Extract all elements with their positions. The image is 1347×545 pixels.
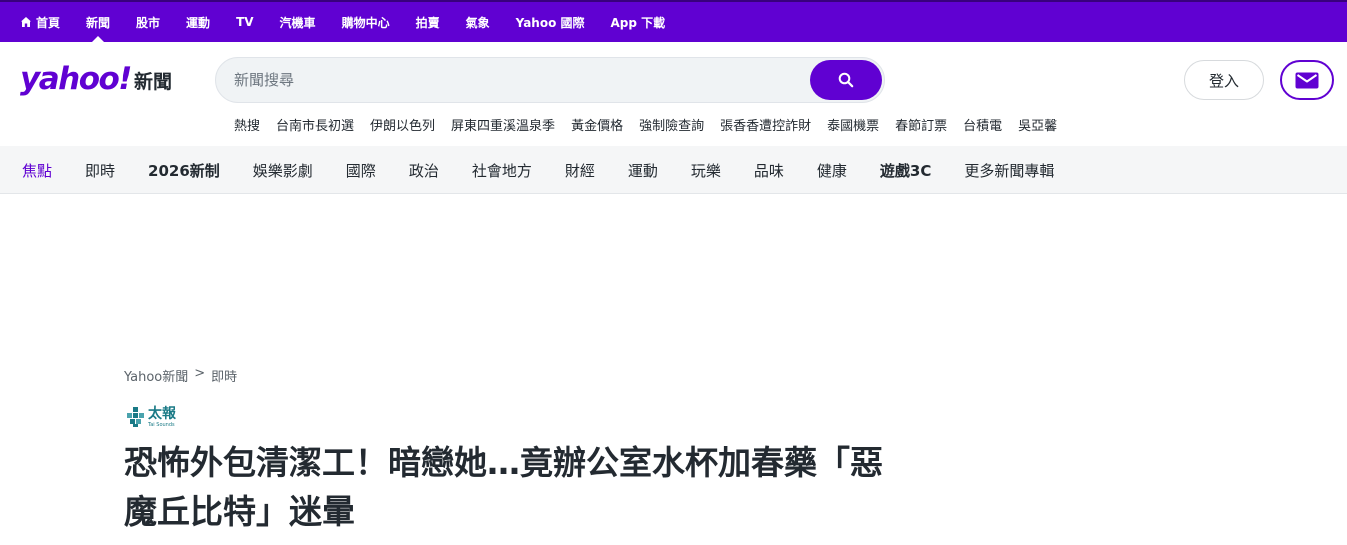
trending-item[interactable]: 屏東四重溪溫泉季 (451, 115, 555, 134)
top-bar: 首頁 新聞 股市 運動 TV 汽機車 購物中心 拍賣 氣象 Yahoo 國際 A… (0, 0, 1347, 42)
search-box (215, 57, 885, 103)
topnav-label: 首頁 (36, 15, 61, 30)
topnav-label: 新聞 (86, 15, 111, 30)
trending-searches: 熱搜 台南市長初選 伊朗以色列 屏東四重溪溫泉季 黃金價格 強制險查詢 張香香遭… (234, 115, 1073, 134)
category-tab-lifestyle[interactable]: 品味 (754, 160, 784, 181)
site-header: yahoo! 新聞 熱搜 台南市長初選 伊朗以色列 屏東四重溪溫泉季 黃金價格 … (0, 42, 1347, 146)
source-logo[interactable]: 太報 Tai Sounds (126, 404, 176, 430)
trending-item[interactable]: 伊朗以色列 (370, 115, 435, 134)
topnav-label: 運動 (186, 15, 211, 30)
trending-item[interactable]: 吳亞馨 (1018, 115, 1057, 134)
category-tab-finance[interactable]: 財經 (565, 160, 595, 181)
category-tab-focus[interactable]: 焦點 (22, 160, 52, 181)
category-tab-entertainment[interactable]: 娛樂影劇 (253, 160, 313, 181)
topnav-label: 汽機車 (279, 15, 316, 30)
trending-item[interactable]: 春節訂票 (895, 115, 947, 134)
source-name: 太報 (148, 405, 176, 422)
topnav-label: 氣象 (465, 15, 490, 30)
topnav-weather[interactable]: 氣象 (466, 2, 490, 42)
category-nav: 焦點 即時 2026新制 娛樂影劇 國際 政治 社會地方 財經 運動 玩樂 品味… (0, 146, 1347, 194)
signin-button[interactable]: 登入 (1184, 60, 1264, 100)
yahoo-news-logo[interactable]: yahoo! 新聞 (20, 59, 172, 99)
category-tab-2026-policy[interactable]: 2026新制 (148, 160, 220, 181)
trending-item[interactable]: 強制險查詢 (639, 115, 704, 134)
trending-item[interactable]: 台積電 (963, 115, 1002, 134)
search-button[interactable] (810, 60, 882, 100)
topnav-label: Yahoo 國際 (515, 15, 585, 30)
article-headline: 恐怖外包清潔工！暗戀她…竟辦公室水杯加春藥「惡魔丘比特」迷暈 (124, 443, 883, 531)
category-tab-health[interactable]: 健康 (817, 160, 847, 181)
topnav-app-download[interactable]: App 下載 (611, 2, 666, 42)
category-tab-international[interactable]: 國際 (346, 160, 376, 181)
topnav-sports[interactable]: 運動 (186, 2, 210, 42)
trending-item[interactable]: 黃金價格 (571, 115, 623, 134)
topnav-tv[interactable]: TV (236, 2, 253, 42)
topnav-international[interactable]: Yahoo 國際 (516, 2, 585, 42)
search-input[interactable] (234, 58, 794, 102)
logo-section: 新聞 (133, 71, 172, 93)
breadcrumb-home[interactable]: Yahoo新聞 (124, 366, 188, 385)
source-mark-icon (127, 407, 144, 427)
trending-item[interactable]: 泰國機票 (827, 115, 879, 134)
logo-wordmark: yahoo! (20, 61, 132, 97)
category-tab-society[interactable]: 社會地方 (472, 160, 532, 181)
trending-title: 熱搜 (234, 119, 261, 134)
topnav-label: TV (236, 15, 254, 29)
topnav-stocks[interactable]: 股市 (136, 2, 160, 42)
source-subtitle: Tai Sounds (148, 421, 175, 428)
source-text: 太報 Tai Sounds (148, 405, 176, 428)
category-tab-more[interactable]: 更多新聞專輯 (964, 160, 1054, 181)
topnav-autos[interactable]: 汽機車 (280, 2, 316, 42)
breadcrumb: Yahoo新聞 > 即時 (124, 366, 237, 385)
topnav-news[interactable]: 新聞 (86, 2, 110, 42)
breadcrumb-separator: > (194, 366, 206, 381)
category-tab-travel[interactable]: 玩樂 (691, 160, 721, 181)
topnav-label: 購物中心 (341, 15, 390, 30)
mail-button[interactable] (1280, 60, 1334, 100)
category-tab-politics[interactable]: 政治 (409, 160, 439, 181)
topnav-home[interactable]: 首頁 (20, 2, 60, 42)
topnav-shopping[interactable]: 購物中心 (342, 2, 390, 42)
breadcrumb-section[interactable]: 即時 (211, 366, 237, 385)
search-icon (838, 72, 854, 88)
topnav-auction[interactable]: 拍賣 (416, 2, 440, 42)
home-icon (21, 17, 31, 27)
top-nav: 首頁 新聞 股市 運動 TV 汽機車 購物中心 拍賣 氣象 Yahoo 國際 A… (20, 2, 691, 42)
topnav-label: 股市 (136, 15, 161, 30)
topnav-label: App 下載 (610, 15, 666, 30)
category-tab-latest[interactable]: 即時 (85, 160, 115, 181)
topnav-label: 拍賣 (415, 15, 440, 30)
trending-item[interactable]: 台南市長初選 (276, 115, 354, 134)
mail-icon (1295, 72, 1319, 88)
category-tab-sports[interactable]: 運動 (628, 160, 658, 181)
trending-item[interactable]: 張香香遭控詐財 (720, 115, 811, 134)
category-tab-gaming-3c[interactable]: 遊戲3C (880, 160, 931, 181)
